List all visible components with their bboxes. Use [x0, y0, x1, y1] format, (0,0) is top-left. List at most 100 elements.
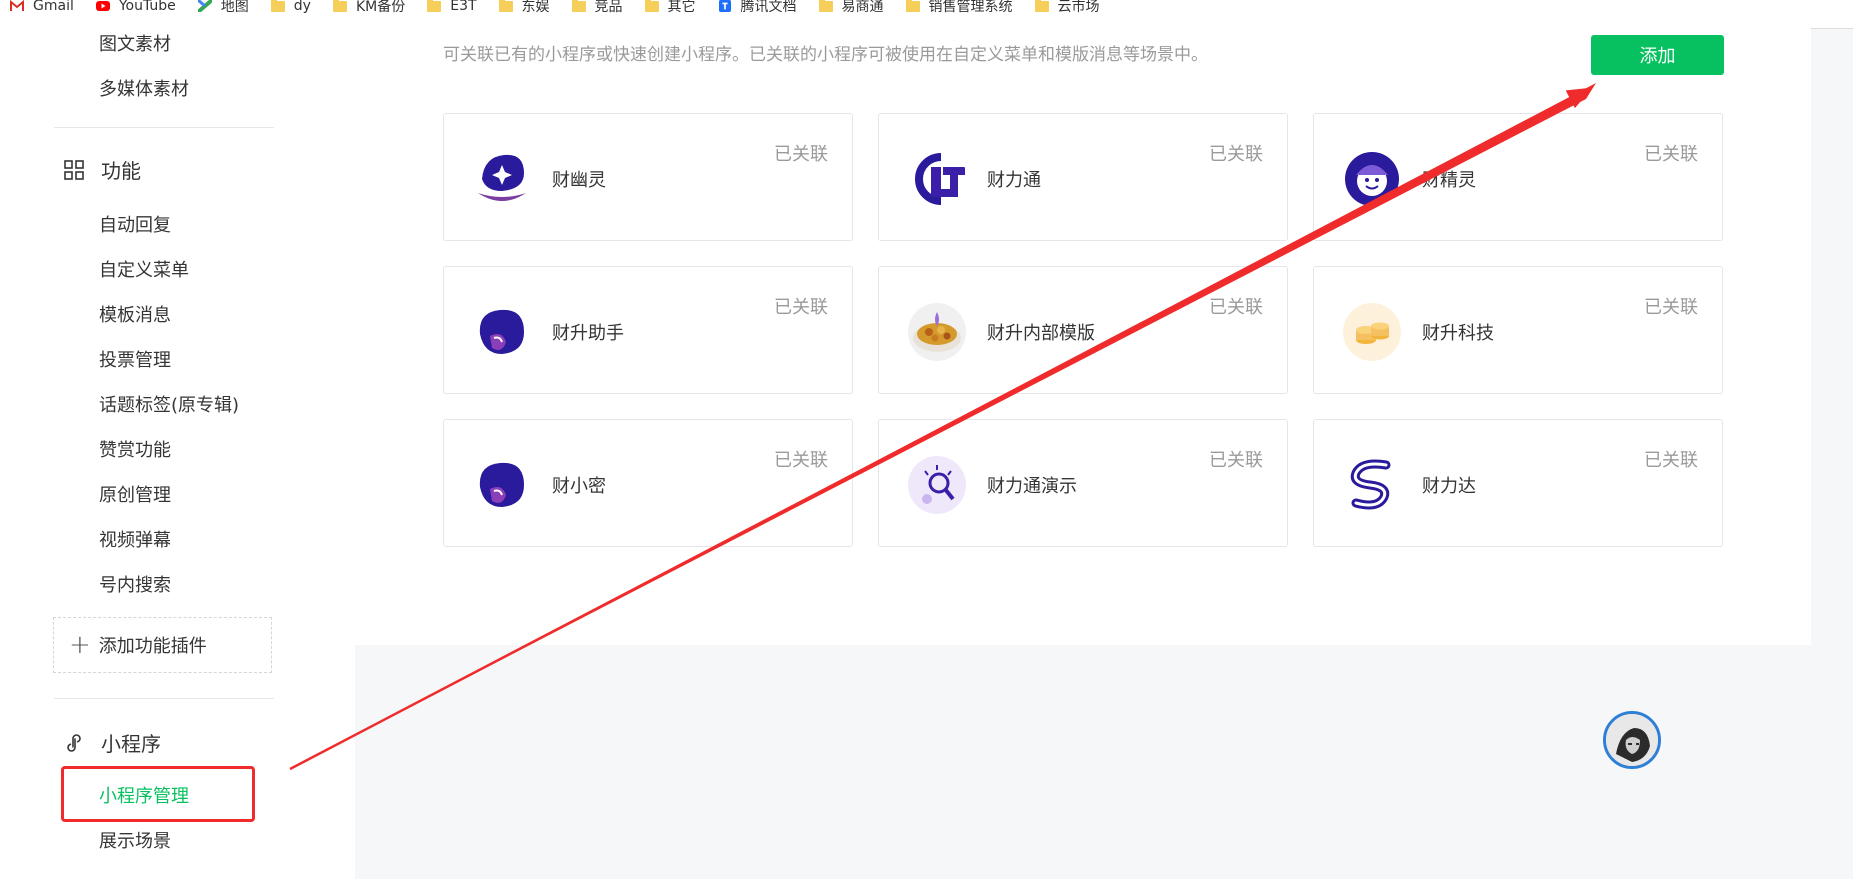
- card-name: 财升助手: [552, 323, 624, 344]
- bookmark-folder-qita[interactable]: 其它: [644, 0, 696, 15]
- bookmark-label: E3T: [450, 0, 477, 14]
- folder-icon: [270, 0, 285, 12]
- sidebar-item-graphic-materials[interactable]: 图文素材: [99, 30, 171, 56]
- card-status: 已关联: [774, 450, 828, 471]
- folder-icon: [332, 0, 347, 12]
- bookmark-folder-dongyu[interactable]: 东娱: [498, 0, 550, 15]
- sidebar-item-original-management[interactable]: 原创管理: [99, 481, 171, 507]
- tencent-docs-icon: [718, 0, 731, 12]
- caixiaomi-logo: [472, 455, 532, 515]
- cailida-logo: [1342, 455, 1402, 515]
- bookmark-maps[interactable]: 地图: [197, 0, 249, 15]
- link-icon: [67, 733, 81, 752]
- card-name: 财幽灵: [552, 170, 606, 191]
- bookmark-folder-e3t[interactable]: E3T: [427, 0, 477, 14]
- miniprogram-card[interactable]: 财精灵 已关联: [1313, 113, 1723, 241]
- maps-icon: [197, 0, 212, 12]
- folder-icon: [905, 0, 920, 12]
- sidebar-item-media-materials[interactable]: 多媒体素材: [99, 75, 189, 101]
- bookmark-folder-jingpin[interactable]: 竞品: [571, 0, 623, 15]
- sidebar-item-video-danmaku[interactable]: 视频弹幕: [99, 526, 171, 552]
- bookmark-folder-km[interactable]: KM备份: [332, 0, 406, 15]
- bookmark-tencent-docs[interactable]: 腾讯文档: [718, 0, 797, 15]
- folder-icon: [644, 0, 659, 12]
- sidebar-divider: [54, 698, 274, 699]
- sidebar-section-title: 小程序: [101, 732, 161, 756]
- bookmark-folder-yishangtong[interactable]: 易商通: [818, 0, 884, 15]
- card-status: 已关联: [774, 297, 828, 318]
- card-name: 财升科技: [1422, 323, 1494, 344]
- bookmark-label: 其它: [667, 0, 696, 15]
- bookmark-label: 东娱: [521, 0, 550, 15]
- miniprogram-card[interactable]: 财幽灵 已关联: [443, 113, 853, 241]
- sidebar-item-template-message[interactable]: 模板消息: [99, 301, 171, 327]
- youtube-icon: [95, 1, 110, 11]
- folder-icon: [571, 0, 586, 12]
- folder-icon: [498, 0, 513, 12]
- miniprogram-card[interactable]: 财升助手 已关联: [443, 266, 853, 394]
- sidebar-section-miniprogram: 小程序: [64, 728, 161, 757]
- sidebar-section-title: 功能: [101, 159, 141, 183]
- caisheng-neibu-logo: [907, 302, 967, 362]
- sidebar-item-custom-menu[interactable]: 自定义菜单: [99, 256, 189, 282]
- cailitong-logo: [907, 149, 967, 209]
- caiyouling-logo: [472, 149, 532, 209]
- bookmark-label: KM备份: [355, 0, 406, 15]
- bookmark-label: 地图: [220, 0, 249, 15]
- miniprogram-card[interactable]: 财升内部模版 已关联: [878, 266, 1288, 394]
- bookmark-label: Gmail: [33, 0, 74, 14]
- sidebar-section-features: 功能: [64, 155, 141, 184]
- sidebar-item-appreciation[interactable]: 赞赏功能: [99, 436, 171, 462]
- sidebar-item-display-scenes[interactable]: 展示场景: [99, 827, 171, 853]
- sidebar-divider: [54, 127, 274, 128]
- bookmark-folder-sales[interactable]: 销售管理系统: [905, 0, 1013, 15]
- folder-icon: [1034, 0, 1049, 12]
- miniprogram-card[interactable]: 财小密 已关联: [443, 419, 853, 547]
- bookmark-youtube[interactable]: YouTube: [95, 0, 176, 14]
- add-button[interactable]: 添加: [1591, 35, 1724, 75]
- cailitong-yanshi-logo: [907, 455, 967, 515]
- bookmark-folder-dy[interactable]: dy: [270, 0, 311, 14]
- folder-icon: [818, 0, 833, 12]
- add-plugin-label: 添加功能插件: [98, 636, 207, 657]
- card-status: 已关联: [1644, 297, 1698, 318]
- miniprogram-card[interactable]: 财力通演示 已关联: [878, 419, 1288, 547]
- miniprogram-card[interactable]: 财力达 已关联: [1313, 419, 1723, 547]
- page-description: 可关联已有的小程序或快速创建小程序。已关联的小程序可被使用在自定义菜单和模版消息…: [443, 45, 1208, 65]
- sidebar: 图文素材 多媒体素材 功能 自动回复 自定义菜单 模板消息 投票管理 话题标签(…: [0, 28, 355, 879]
- user-avatar[interactable]: [1603, 711, 1661, 769]
- card-status: 已关联: [1209, 144, 1263, 165]
- sidebar-item-vote-management[interactable]: 投票管理: [99, 346, 171, 372]
- bookmark-label: 云市场: [1057, 0, 1100, 15]
- card-status: 已关联: [1644, 450, 1698, 471]
- plus-icon: +: [69, 630, 91, 660]
- card-status: 已关联: [774, 144, 828, 165]
- bookmark-label: dy: [293, 0, 311, 14]
- annotation-highlight-box: [61, 766, 255, 822]
- folder-icon: [427, 0, 442, 12]
- card-name: 财升内部模版: [987, 323, 1095, 344]
- bookmark-label: 易商通: [841, 0, 884, 15]
- card-name: 财力通: [987, 170, 1041, 191]
- add-plugin-button[interactable]: + 添加功能插件: [53, 617, 272, 673]
- card-name: 财力通演示: [987, 476, 1077, 497]
- card-status: 已关联: [1644, 144, 1698, 165]
- bookmark-gmail[interactable]: Gmail: [10, 0, 74, 14]
- caijingling-logo: [1342, 149, 1402, 209]
- bookmarks-bar: Gmail YouTube 地图 dy KM备份 E3T 东娱 竞品 其它 腾讯…: [0, 0, 1853, 29]
- miniprogram-card[interactable]: 财升科技 已关联: [1313, 266, 1723, 394]
- sidebar-item-topic-tags[interactable]: 话题标签(原专辑): [99, 391, 239, 417]
- bookmark-label: 销售管理系统: [928, 0, 1013, 15]
- bookmark-label: YouTube: [118, 0, 176, 14]
- grid-icon: [64, 159, 84, 180]
- miniprogram-card[interactable]: 财力通 已关联: [878, 113, 1288, 241]
- card-name: 财精灵: [1422, 170, 1476, 191]
- sidebar-item-auto-reply[interactable]: 自动回复: [99, 211, 171, 237]
- card-status: 已关联: [1209, 297, 1263, 318]
- bookmark-label: 竞品: [594, 0, 623, 15]
- bookmark-label: 腾讯文档: [740, 0, 797, 15]
- caisheng-zhushou-logo: [472, 302, 532, 362]
- bookmark-folder-cloud-market[interactable]: 云市场: [1034, 0, 1100, 15]
- sidebar-item-in-account-search[interactable]: 号内搜索: [99, 571, 171, 597]
- caisheng-keji-logo: [1342, 302, 1402, 362]
